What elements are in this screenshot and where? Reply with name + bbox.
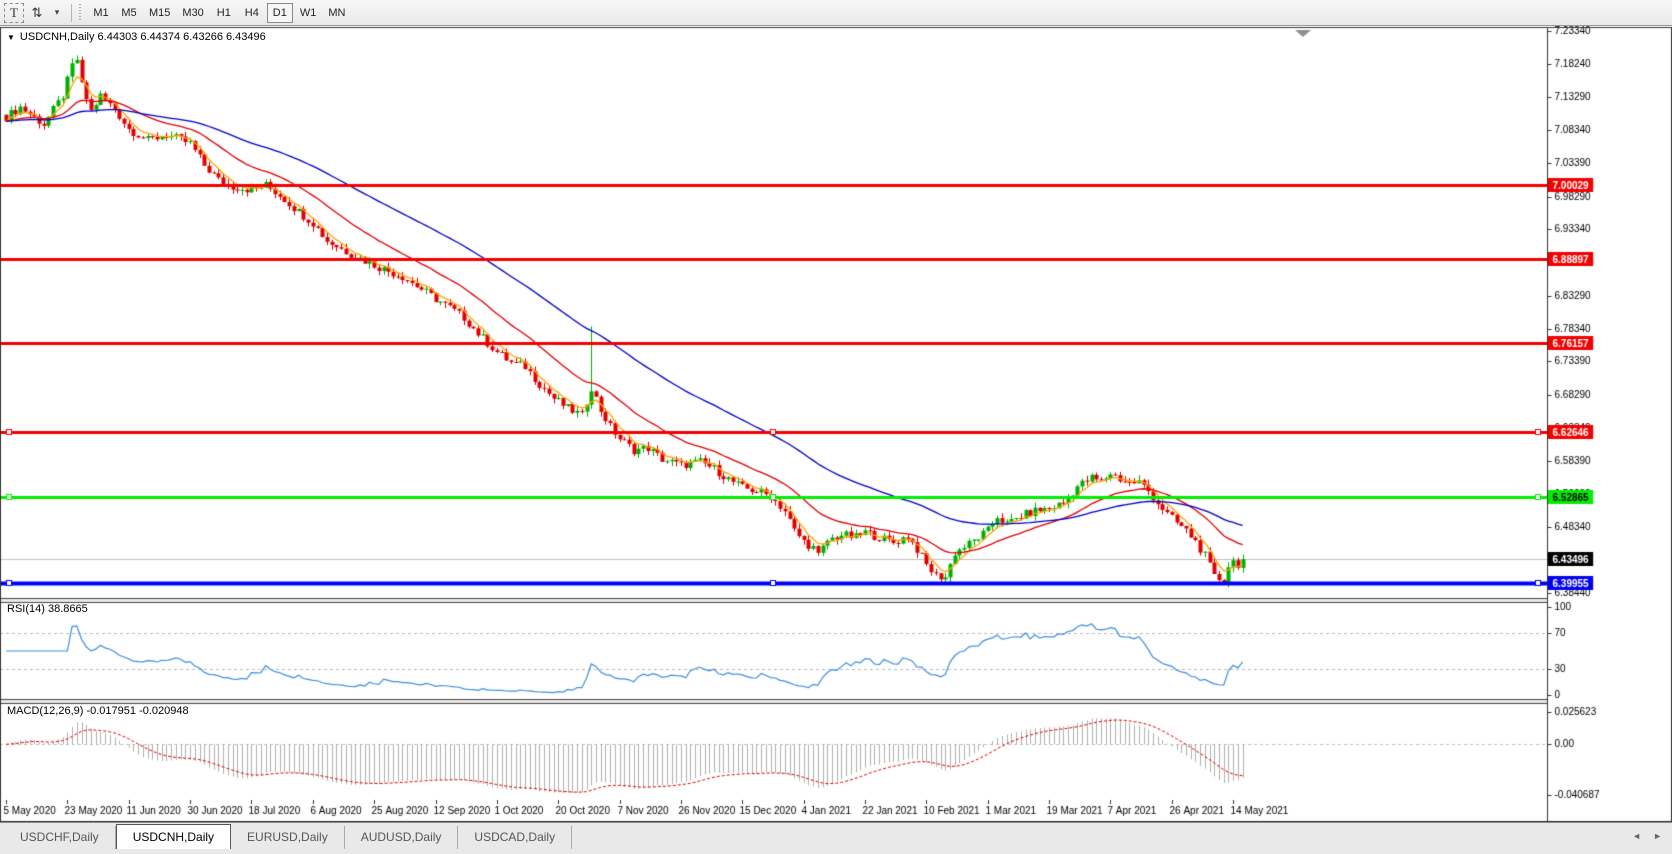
chart-tab-audusd[interactable]: AUDUSD,Daily xyxy=(345,826,459,849)
chart-tab-usdchf[interactable]: USDCHF,Daily xyxy=(4,826,116,849)
style-dropdown-button[interactable]: ▾ xyxy=(50,3,64,23)
timeframe-button-m30[interactable]: M30 xyxy=(177,3,208,23)
timeframe-button-m1[interactable]: M1 xyxy=(88,3,114,23)
macd-indicator-label: MACD(12,26,9) -0.017951 -0.020948 xyxy=(7,705,189,717)
chart-window: ▼ USDCNH,Daily 6.44303 6.44374 6.43266 6… xyxy=(0,26,1672,822)
chart-title-text: USDCNH,Daily 6.44303 6.44374 6.43266 6.4… xyxy=(20,31,266,43)
chevron-down-icon: ▾ xyxy=(55,7,60,18)
tab-scroll-left-icon[interactable]: ◄ xyxy=(1632,831,1641,841)
toolbar-separator xyxy=(71,4,72,22)
style-tool-button[interactable]: ⇅ xyxy=(26,3,48,23)
timeframe-toolbar-grip xyxy=(78,4,83,22)
rsi-indicator-label: RSI(14) 38.8665 xyxy=(7,603,88,615)
style-arrows-icon: ⇅ xyxy=(32,5,43,21)
chart-tab-eurusd[interactable]: EURUSD,Daily xyxy=(231,826,345,849)
timeframe-button-d1[interactable]: D1 xyxy=(267,3,293,23)
timeframe-button-h4[interactable]: H4 xyxy=(239,3,265,23)
price-chart-canvas[interactable] xyxy=(0,26,1672,822)
timeframe-button-h1[interactable]: H1 xyxy=(211,3,237,23)
chart-tab-usdcnh[interactable]: USDCNH,Daily xyxy=(116,824,231,849)
tab-scroll-arrows: ◄ ► xyxy=(1632,831,1662,841)
chart-tab-usdcad[interactable]: USDCAD,Daily xyxy=(458,826,572,849)
tab-scroll-right-icon[interactable]: ► xyxy=(1653,831,1662,841)
timeframe-button-mn[interactable]: MN xyxy=(323,3,350,23)
timeframe-button-m5[interactable]: M5 xyxy=(116,3,142,23)
chart-tab-bar: USDCHF,DailyUSDCNH,DailyEURUSD,DailyAUDU… xyxy=(0,822,1672,854)
text-tool-button[interactable]: T xyxy=(4,3,24,23)
top-toolbar: T ⇅ ▾ M1M5M15M30H1H4D1W1MN xyxy=(0,0,1672,26)
timeframe-button-m15[interactable]: M15 xyxy=(144,3,175,23)
chart-dropdown-icon[interactable]: ▼ xyxy=(7,33,15,42)
timeframe-toolbar: M1M5M15M30H1H4D1W1MN xyxy=(87,3,351,23)
timeframe-button-w1[interactable]: W1 xyxy=(295,3,322,23)
chart-title: ▼ USDCNH,Daily 6.44303 6.44374 6.43266 6… xyxy=(7,31,266,43)
chart-tabs: USDCHF,DailyUSDCNH,DailyEURUSD,DailyAUDU… xyxy=(0,823,1672,849)
